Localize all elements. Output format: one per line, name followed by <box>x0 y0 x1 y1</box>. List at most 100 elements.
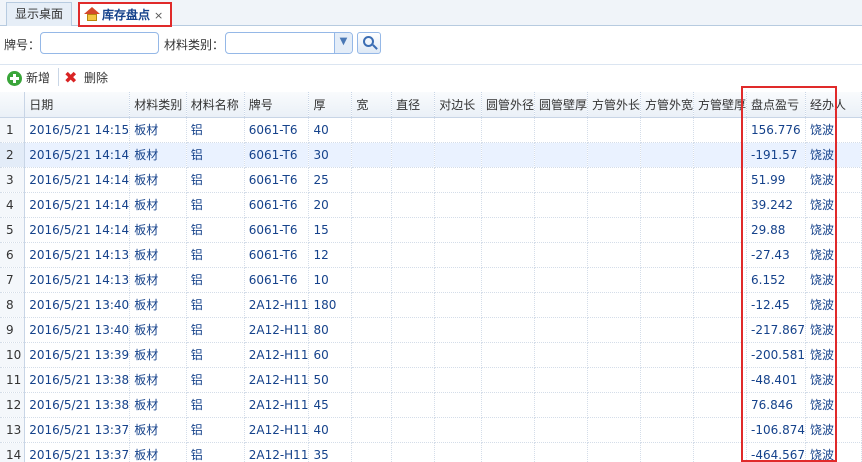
cell-square-width <box>640 217 695 243</box>
table-row[interactable]: 7 2016/5/21 14:13 板材铝 6061-T6 10 6.152 饶波 <box>0 267 862 293</box>
col-header-category[interactable]: 材料类别 <box>129 92 187 118</box>
table-row[interactable]: 10 2016/5/21 13:39 板材铝 2A12-H11 60 -200.581 饶波 <box>0 342 862 368</box>
cell-side-length <box>434 142 482 168</box>
delete-icon: ✖ <box>64 68 78 87</box>
col-header-tube-wall[interactable]: 圆管壁厚 <box>534 92 588 118</box>
cell-side-length <box>434 317 482 343</box>
cell-operator: 饶波 <box>805 142 862 168</box>
col-header-side-length[interactable]: 对边长 <box>434 92 482 118</box>
close-icon[interactable]: × <box>154 9 163 22</box>
table-row[interactable]: 14 2016/5/21 13:37 板材铝 2A12-H11 35 -464.567 饶波 <box>0 442 862 462</box>
cell-square-length <box>587 292 641 318</box>
cell-operator: 饶波 <box>805 342 862 368</box>
cell-material-name: 铝 <box>186 367 245 393</box>
cell-category: 板材 <box>129 317 187 343</box>
table-row[interactable]: 12 2016/5/21 13:38 板材铝 2A12-H11 45 76.846 饶波 <box>0 392 862 418</box>
cell-date: 2016/5/21 14:14 <box>24 192 131 218</box>
col-header-square-width[interactable]: 方管外宽 <box>640 92 695 118</box>
cell-profit-loss: -106.874 <box>746 417 806 443</box>
cell-date: 2016/5/21 13:40 <box>24 292 131 318</box>
add-button[interactable]: 新增 <box>6 69 50 89</box>
cell-operator: 饶波 <box>805 417 862 443</box>
col-header-operator[interactable]: 经办人 <box>805 92 862 118</box>
table-row[interactable]: 2 2016/5/21 14:14 板材铝 6061-T6 30 -191.57 饶波 <box>0 142 862 168</box>
cell-thickness: 40 <box>308 117 353 143</box>
cell-operator: 饶波 <box>805 242 862 268</box>
cell-side-length <box>434 417 482 443</box>
cell-category: 板材 <box>129 242 187 268</box>
cell-brand: 6061-T6 <box>244 142 310 168</box>
cell-width <box>351 117 393 143</box>
cell-profit-loss: 51.99 <box>746 167 806 193</box>
cell-square-length <box>587 242 641 268</box>
cell-tube-wall <box>534 367 588 393</box>
cell-date: 2016/5/21 13:38 <box>24 392 131 418</box>
cell-brand: 2A12-H11 <box>244 342 310 368</box>
row-number: 12 <box>0 392 26 418</box>
table-row[interactable]: 6 2016/5/21 14:13 板材铝 6061-T6 12 -27.43 饶波 <box>0 242 862 268</box>
cell-square-wall <box>693 192 748 218</box>
cell-operator: 饶波 <box>805 317 862 343</box>
row-number: 5 <box>0 217 26 243</box>
cell-diameter <box>391 342 436 368</box>
cell-square-length <box>587 192 641 218</box>
cell-material-name: 铝 <box>186 267 245 293</box>
table-row[interactable]: 1 2016/5/21 14:15 板材铝 6061-T6 40 156.776 饶波 <box>0 117 862 143</box>
cell-category: 板材 <box>129 267 187 293</box>
col-header-thickness[interactable]: 厚 <box>308 92 353 118</box>
tab-desktop[interactable]: 显示桌面 <box>6 2 72 26</box>
cell-tube-wall <box>534 167 588 193</box>
col-header-width[interactable]: 宽 <box>351 92 393 118</box>
cell-side-length <box>434 117 482 143</box>
cell-operator: 饶波 <box>805 167 862 193</box>
table-row[interactable]: 8 2016/5/21 13:40 板材铝 2A12-H11 180 -12.45 饶波 <box>0 292 862 318</box>
chevron-down-icon[interactable]: ▼ <box>334 33 352 53</box>
cell-profit-loss: 76.846 <box>746 392 806 418</box>
table-row[interactable]: 3 2016/5/21 14:14 板材铝 6061-T6 25 51.99 饶波 <box>0 167 862 193</box>
cell-diameter <box>391 267 436 293</box>
cell-operator: 饶波 <box>805 217 862 243</box>
table-row[interactable]: 5 2016/5/21 14:14 板材铝 6061-T6 15 29.88 饶波 <box>0 217 862 243</box>
cell-square-width <box>640 142 695 168</box>
col-header-brand[interactable]: 牌号 <box>244 92 310 118</box>
cell-square-wall <box>693 142 748 168</box>
table-row[interactable]: 13 2016/5/21 13:37 板材铝 2A12-H11 40 -106.874 饶波 <box>0 417 862 443</box>
cell-square-length <box>587 267 641 293</box>
cell-profit-loss: 156.776 <box>746 117 806 143</box>
row-number: 11 <box>0 367 26 393</box>
col-header-profit-loss[interactable]: 盘点盈亏 <box>746 92 806 118</box>
row-number: 6 <box>0 242 26 268</box>
cell-material-name: 铝 <box>186 217 245 243</box>
cell-brand: 2A12-H11 <box>244 317 310 343</box>
table-row[interactable]: 11 2016/5/21 13:38 板材铝 2A12-H11 50 -48.401 饶波 <box>0 367 862 393</box>
inventory-table: 日期 材料类别 材料名称 牌号 厚 宽 直径 对边长 圆管外径 圆管壁厚 方管外… <box>0 92 862 462</box>
add-icon <box>7 71 22 86</box>
cell-thickness: 40 <box>308 417 353 443</box>
cell-tube-wall <box>534 442 588 462</box>
col-header-material-name[interactable]: 材料名称 <box>186 92 245 118</box>
cell-date: 2016/5/21 14:14 <box>24 167 131 193</box>
brand-input[interactable] <box>40 32 159 54</box>
tab-inventory-check[interactable]: 库存盘点 × <box>78 2 172 27</box>
search-button[interactable] <box>357 32 381 54</box>
cell-square-width <box>640 117 695 143</box>
cell-square-wall <box>693 417 748 443</box>
col-header-square-length[interactable]: 方管外长 <box>587 92 641 118</box>
cell-category: 板材 <box>129 442 187 462</box>
table-header-row: 日期 材料类别 材料名称 牌号 厚 宽 直径 对边长 圆管外径 圆管壁厚 方管外… <box>0 92 862 118</box>
cell-tube-wall <box>534 192 588 218</box>
delete-button[interactable]: ✖ 删除 <box>64 69 108 89</box>
cell-category: 板材 <box>129 192 187 218</box>
cell-operator: 饶波 <box>805 392 862 418</box>
cell-side-length <box>434 392 482 418</box>
cell-square-wall <box>693 392 748 418</box>
col-header-date[interactable]: 日期 <box>24 92 131 118</box>
tab-desktop-label: 显示桌面 <box>15 7 64 21</box>
table-row[interactable]: 9 2016/5/21 13:40 板材铝 2A12-H11 80 -217.867 饶波 <box>0 317 862 343</box>
col-header-tube-od[interactable]: 圆管外径 <box>481 92 535 118</box>
cell-brand: 6061-T6 <box>244 167 310 193</box>
table-row[interactable]: 4 2016/5/21 14:14 板材铝 6061-T6 20 39.242 饶波 <box>0 192 862 218</box>
col-header-diameter[interactable]: 直径 <box>391 92 436 118</box>
cell-date: 2016/5/21 14:14 <box>24 142 131 168</box>
col-header-square-wall[interactable]: 方管壁厚 <box>693 92 748 118</box>
